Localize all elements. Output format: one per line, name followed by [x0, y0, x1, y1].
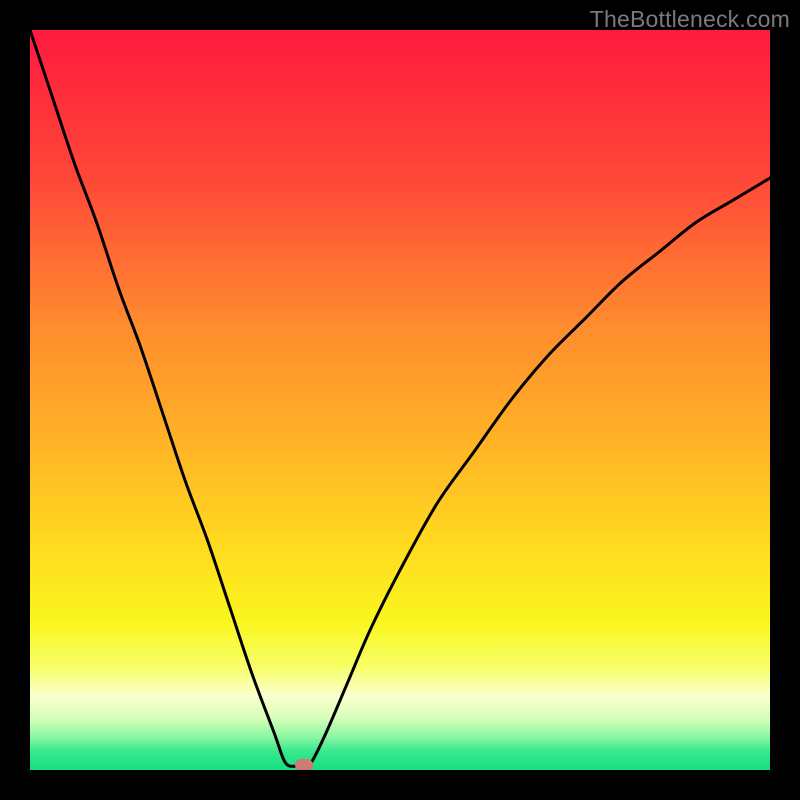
optimum-marker	[295, 759, 313, 770]
chart-frame: TheBottleneck.com	[0, 0, 800, 800]
plot-area	[30, 30, 770, 770]
bottleneck-curve	[30, 30, 770, 770]
watermark-text: TheBottleneck.com	[590, 6, 790, 33]
